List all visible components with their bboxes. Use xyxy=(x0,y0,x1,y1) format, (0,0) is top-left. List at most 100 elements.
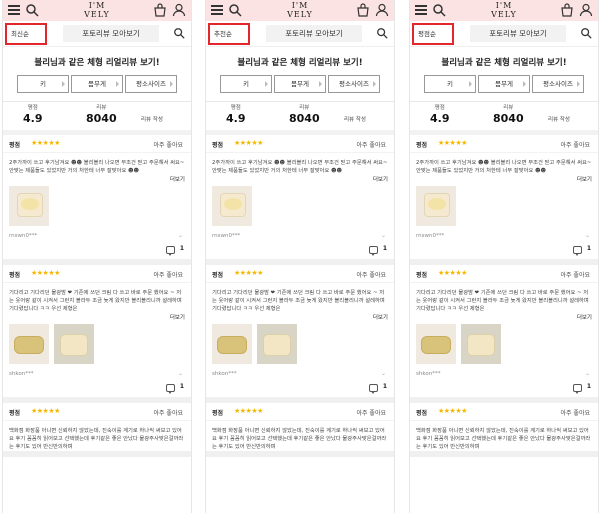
review-photo[interactable] xyxy=(257,324,297,364)
review-photo[interactable] xyxy=(416,324,456,364)
sort-dropdown[interactable]: 평점순 xyxy=(412,23,454,45)
rating-stat: 평점 4.9 xyxy=(226,105,246,125)
chevron-down-icon[interactable]: ⌄ xyxy=(585,370,590,377)
chevron-down-icon[interactable]: ⌄ xyxy=(178,370,183,377)
review-item: 평점 ★★★★★ 아주 좋아요 백화점 화장품 아니면 신뢰하지 않았는데, 진… xyxy=(410,403,598,457)
option-usual-size[interactable]: 평소사이즈 xyxy=(125,75,177,93)
star-rating: ★★★★★ xyxy=(234,139,263,147)
review-footer: 1 xyxy=(206,243,394,259)
comment-icon[interactable] xyxy=(573,384,582,394)
review-author: rnswn0*** ⌄ xyxy=(9,232,183,239)
review-photo[interactable] xyxy=(54,324,94,364)
search-icon[interactable] xyxy=(173,27,185,39)
mobile-screen-sort-latest: I'M VELY 최신순 포토리뷰 모아보기 블리님과 같은 체형 리얼리뷰 보기… xyxy=(2,0,192,513)
review-photo[interactable] xyxy=(416,186,456,226)
more-link[interactable]: 더보기 xyxy=(410,175,598,183)
comment-icon[interactable] xyxy=(166,384,175,394)
review-photo[interactable] xyxy=(461,324,501,364)
filter-row: 최신순 포토리뷰 모아보기 xyxy=(3,21,191,47)
satisfaction-label: 아주 좋아요 xyxy=(356,272,386,279)
body-type-review-headline: 블리님과 같은 체형 리얼리뷰 보기! xyxy=(237,58,363,68)
user-icon[interactable] xyxy=(172,3,186,17)
chevron-down-icon[interactable]: ⌄ xyxy=(381,370,386,377)
review-header: 평점 ★★★★★ 아주 좋아요 xyxy=(410,135,598,153)
chevron-down-icon[interactable]: ⌄ xyxy=(585,232,590,239)
sort-dropdown[interactable]: 추천순 xyxy=(208,23,250,45)
satisfaction-label: 아주 좋아요 xyxy=(153,410,183,417)
option-height[interactable]: 키 xyxy=(17,75,69,93)
rating-label: 평점 xyxy=(212,142,224,149)
review-stats: 평점 4.9 리뷰 8040 리뷰 작성 xyxy=(206,101,394,135)
user-icon[interactable] xyxy=(375,3,389,17)
review-author: shkon*** ⌄ xyxy=(9,370,183,377)
comment-icon[interactable] xyxy=(369,384,378,394)
photo-review-button[interactable]: 포토리뷰 모아보기 xyxy=(63,25,159,42)
satisfaction-label: 아주 좋아요 xyxy=(356,142,386,149)
write-review-button[interactable]: 리뷰 작성 xyxy=(548,115,570,123)
review-text: 기다리고 기다리던 물광밤 ❤ 기존에 쓰던 크림 다 쓰고 바로 주문 했어요… xyxy=(9,290,182,312)
rating-stat: 평점 4.9 xyxy=(430,105,450,125)
photo-review-button[interactable]: 포토리뷰 모아보기 xyxy=(470,25,566,42)
option-weight[interactable]: 몸무게 xyxy=(71,75,123,93)
mobile-screen-sort-recommended: I'M VELY 추천순 포토리뷰 모아보기 블리님과 같은 체형 리얼리뷰 보기… xyxy=(205,0,395,513)
review-photo[interactable] xyxy=(212,324,252,364)
comment-icon[interactable] xyxy=(573,246,582,256)
comment-icon[interactable] xyxy=(369,246,378,256)
more-link[interactable]: 더보기 xyxy=(410,313,598,321)
more-link[interactable]: 더보기 xyxy=(206,313,394,321)
body-type-review-headline: 블리님과 같은 체형 리얼리뷰 보기! xyxy=(441,58,567,68)
chevron-down-icon[interactable]: ⌄ xyxy=(381,232,386,239)
review-photo[interactable] xyxy=(212,186,252,226)
review-photo[interactable] xyxy=(9,186,49,226)
review-header: 평점 ★★★★★ 아주 좋아요 xyxy=(410,403,598,421)
review-author: shkon*** ⌄ xyxy=(212,370,386,377)
option-weight[interactable]: 몸무게 xyxy=(274,75,326,93)
user-icon[interactable] xyxy=(579,3,593,17)
search-icon[interactable] xyxy=(376,27,388,39)
chevron-down-icon[interactable]: ⌄ xyxy=(178,232,183,239)
rating-stat: 평점 4.9 xyxy=(23,105,43,125)
review-photos xyxy=(410,183,598,229)
review-count-stat: 리뷰 8040 xyxy=(86,105,117,125)
shopping-bag-icon[interactable] xyxy=(356,3,370,17)
star-rating: ★★★★★ xyxy=(31,269,60,277)
comment-icon[interactable] xyxy=(166,246,175,256)
option-height[interactable]: 키 xyxy=(424,75,476,93)
more-link[interactable]: 더보기 xyxy=(206,175,394,183)
review-item: 평점 ★★★★★ 아주 좋아요 기다리고 기다리던 물광밤 ❤ 기존에 쓰던 크… xyxy=(206,265,394,403)
rating-label: 평점 xyxy=(416,410,428,417)
write-review-button[interactable]: 리뷰 작성 xyxy=(344,115,366,123)
shopping-bag-icon[interactable] xyxy=(153,3,167,17)
review-author: rnswn0*** ⌄ xyxy=(212,232,386,239)
shopping-bag-icon[interactable] xyxy=(560,3,574,17)
review-header: 평점 ★★★★★ 아주 좋아요 xyxy=(206,135,394,153)
review-stats: 평점 4.9 리뷰 8040 리뷰 작성 xyxy=(3,101,191,135)
option-weight[interactable]: 몸무게 xyxy=(478,75,530,93)
rating-label: 평점 xyxy=(416,272,428,279)
review-item: 평점 ★★★★★ 아주 좋아요 2주가까이 쓰고 후기남겨요 ☻☻ 블리블리 나… xyxy=(206,135,394,265)
review-count-stat: 리뷰 8040 xyxy=(289,105,320,125)
review-item: 평점 ★★★★★ 아주 좋아요 백화점 화장품 아니면 신뢰하지 않았는데, 진… xyxy=(3,403,191,457)
satisfaction-label: 아주 좋아요 xyxy=(560,410,590,417)
review-text: 백화점 화장품 아니면 신뢰하지 않았는데, 진숙이를 계기로 하나씩 써보고 … xyxy=(416,428,591,450)
mobile-screen-sort-rating: I'M VELY 평점순 포토리뷰 모아보기 블리님과 같은 체형 리얼리뷰 보기… xyxy=(409,0,599,513)
option-usual-size[interactable]: 평소사이즈 xyxy=(532,75,584,93)
review-item: 평점 ★★★★★ 아주 좋아요 백화점 화장품 아니면 신뢰하지 않았는데, 진… xyxy=(206,403,394,457)
option-height[interactable]: 키 xyxy=(220,75,272,93)
review-photo[interactable] xyxy=(9,324,49,364)
comment-count: 1 xyxy=(586,383,591,390)
rating-label: 평점 xyxy=(212,272,224,279)
photo-review-button[interactable]: 포토리뷰 모아보기 xyxy=(266,25,362,42)
review-photos xyxy=(3,183,191,229)
search-icon[interactable] xyxy=(580,27,592,39)
option-usual-size[interactable]: 평소사이즈 xyxy=(328,75,380,93)
sort-dropdown[interactable]: 최신순 xyxy=(5,23,47,45)
top-bar: I'M VELY xyxy=(206,0,394,21)
review-header: 평점 ★★★★★ 아주 좋아요 xyxy=(3,135,191,153)
satisfaction-label: 아주 좋아요 xyxy=(560,272,590,279)
review-text: 백화점 화장품 아니면 신뢰하지 않았는데, 진숙이를 계기로 하나씩 써보고 … xyxy=(212,428,387,450)
more-link[interactable]: 더보기 xyxy=(3,175,191,183)
review-footer: 1 xyxy=(410,381,598,397)
write-review-button[interactable]: 리뷰 작성 xyxy=(141,115,163,123)
more-link[interactable]: 더보기 xyxy=(3,313,191,321)
